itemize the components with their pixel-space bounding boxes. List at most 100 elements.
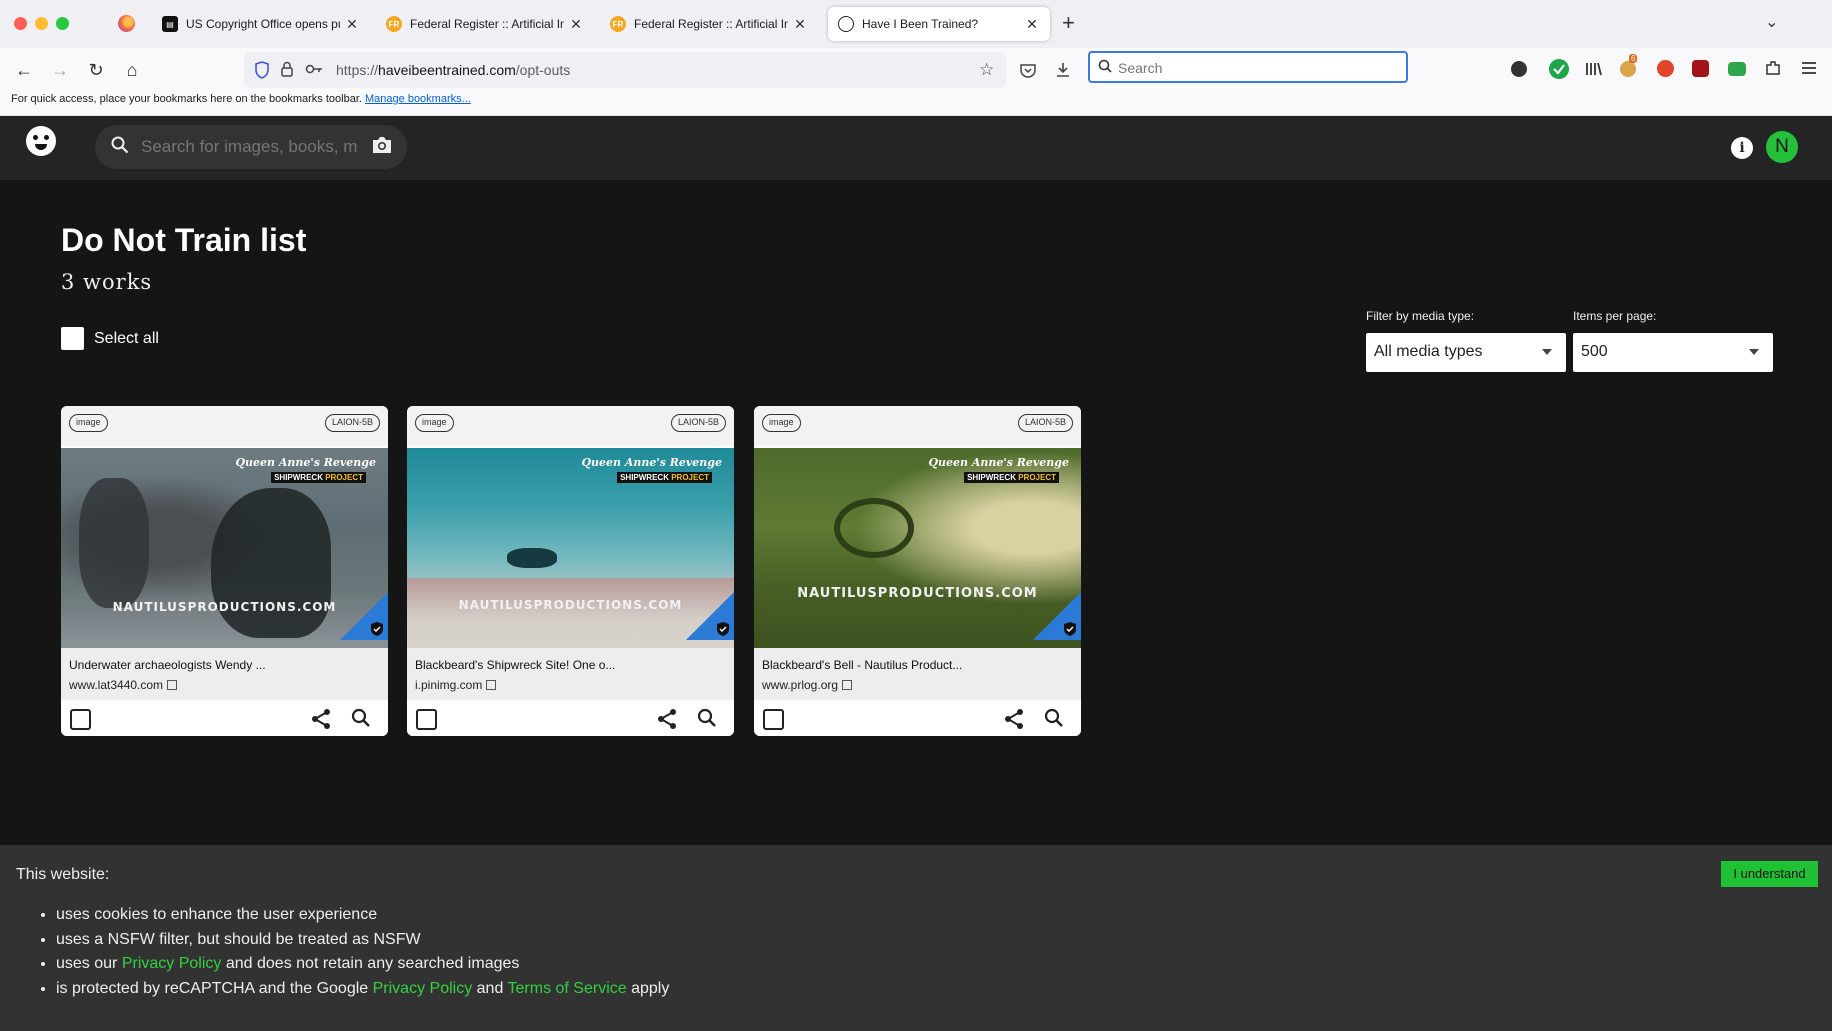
- media-type-select[interactable]: All media types: [1366, 333, 1566, 372]
- items-per-page-select[interactable]: 500: [1573, 333, 1773, 372]
- shield-icon: [716, 621, 730, 637]
- external-link-icon[interactable]: [167, 680, 178, 690]
- work-source[interactable]: www.prlog.org: [762, 678, 853, 692]
- tab-copyright-office[interactable]: ▤ US Copyright Office opens publ ✕: [152, 7, 370, 41]
- search-icon[interactable]: [1044, 708, 1066, 730]
- external-link-icon[interactable]: [486, 680, 497, 690]
- image-watermark: NAUTILUSPRODUCTIONS.COM: [112, 600, 337, 614]
- share-icon[interactable]: [656, 708, 678, 730]
- duckduckgo-icon[interactable]: [1657, 60, 1674, 77]
- terms-of-service-link[interactable]: Terms of Service: [508, 980, 627, 997]
- cookie-banner: This website: uses cookies to enhance th…: [0, 845, 1832, 1031]
- window-zoom-button[interactable]: [56, 17, 69, 30]
- lock-icon[interactable]: [280, 61, 294, 82]
- extension-icon[interactable]: [1511, 61, 1527, 77]
- filter-media-label: Filter by media type:: [1366, 309, 1475, 323]
- tab-federal-register-1[interactable]: FR Federal Register :: Artificial Intel …: [376, 7, 594, 41]
- work-title[interactable]: Blackbeard's Bell - Nautilus Product...: [762, 658, 962, 672]
- forward-arrow-icon[interactable]: →: [48, 58, 72, 82]
- key-icon[interactable]: [305, 62, 323, 81]
- tab-title: Federal Register :: Artificial Intel: [634, 17, 788, 31]
- work-title[interactable]: Underwater archaeologists Wendy ...: [69, 658, 266, 672]
- money-extension-icon[interactable]: [1728, 62, 1746, 76]
- google-privacy-policy-link[interactable]: Privacy Policy: [373, 980, 473, 997]
- dataset-badge: LAION-5B: [1017, 414, 1073, 432]
- share-icon[interactable]: [1003, 708, 1025, 730]
- tab-federal-register-2[interactable]: FR Federal Register :: Artificial Intel …: [600, 7, 818, 41]
- select-all-control[interactable]: Select all: [61, 327, 159, 350]
- site-search-input[interactable]: [141, 137, 357, 157]
- close-tab-icon[interactable]: ✕: [1024, 16, 1040, 33]
- doc-icon: ▤: [162, 16, 178, 32]
- work-thumbnail[interactable]: Queen Anne's Revenge SHIPWRECK PROJECT N…: [407, 448, 734, 648]
- privacy-policy-link[interactable]: Privacy Policy: [122, 955, 222, 972]
- fr-icon: FR: [386, 16, 402, 32]
- search-icon[interactable]: [351, 708, 373, 730]
- tab-title: Federal Register :: Artificial Intel: [410, 17, 564, 31]
- diver-figure: [507, 548, 557, 568]
- cookie-item: uses a NSFW filter, but should be treate…: [56, 928, 669, 953]
- pocket-icon[interactable]: [1016, 58, 1040, 82]
- fr-icon: FR: [610, 16, 626, 32]
- manage-bookmarks-link[interactable]: Manage bookmarks...: [365, 93, 471, 105]
- work-source[interactable]: i.pinimg.com: [415, 678, 497, 692]
- site-search-bar[interactable]: [95, 125, 407, 169]
- work-card: image LAION-5B Queen Anne's Revenge SHIP…: [754, 406, 1081, 736]
- card-actions: [61, 700, 388, 736]
- chevron-down-icon[interactable]: ⌄: [1765, 12, 1778, 32]
- search-icon: [111, 136, 129, 159]
- external-link-icon[interactable]: [842, 680, 853, 690]
- download-icon[interactable]: [1051, 58, 1075, 82]
- site-logo-icon[interactable]: [26, 126, 56, 156]
- brand-overlay: Queen Anne's Revenge SHIPWRECK PROJECT: [235, 456, 376, 483]
- window-close-button[interactable]: [14, 17, 27, 30]
- home-icon[interactable]: ⌂: [120, 58, 144, 82]
- pdf-icon[interactable]: [1692, 60, 1709, 77]
- items-per-page-value: 500: [1581, 343, 1608, 360]
- window-minimize-button[interactable]: [35, 17, 48, 30]
- close-tab-icon[interactable]: ✕: [792, 16, 808, 33]
- close-tab-icon[interactable]: ✕: [568, 16, 584, 33]
- avatar[interactable]: N: [1766, 131, 1798, 163]
- library-icon[interactable]: [1584, 59, 1604, 79]
- media-type-badge: image: [69, 414, 108, 432]
- card-select-checkbox[interactable]: [763, 709, 784, 730]
- hamburger-menu-icon[interactable]: [1800, 59, 1820, 79]
- camera-icon[interactable]: [371, 136, 393, 154]
- close-tab-icon[interactable]: ✕: [344, 16, 360, 33]
- cookie-list: uses cookies to enhance the user experie…: [56, 903, 669, 1001]
- card-meta: Blackbeard's Shipwreck Site! One o... i.…: [407, 648, 734, 700]
- image-watermark: NAUTILUSPRODUCTIONS.COM: [797, 586, 1038, 601]
- i-understand-button[interactable]: I understand: [1721, 861, 1818, 887]
- extension-badge-icon[interactable]: 6: [1620, 54, 1638, 77]
- reload-icon[interactable]: ↻: [84, 58, 108, 82]
- search-icon: [1098, 59, 1112, 76]
- work-title[interactable]: Blackbeard's Shipwreck Site! One o...: [415, 658, 615, 672]
- browser-search-field[interactable]: [1088, 51, 1408, 83]
- site-header: i N: [0, 116, 1832, 180]
- search-icon[interactable]: [697, 708, 719, 730]
- work-thumbnail[interactable]: Queen Anne's Revenge SHIPWRECK PROJECT N…: [754, 448, 1081, 648]
- image-watermark: NAUTILUSPRODUCTIONS.COM: [458, 598, 683, 612]
- tab-have-i-been-trained[interactable]: Have I Been Trained? ✕: [828, 7, 1050, 41]
- browser-search-input[interactable]: [1118, 58, 1398, 78]
- media-type-badge: image: [762, 414, 801, 432]
- puzzle-extensions-icon[interactable]: [1764, 59, 1784, 79]
- card-select-checkbox[interactable]: [70, 709, 91, 730]
- work-thumbnail[interactable]: Queen Anne's Revenge SHIPWRECK PROJECT N…: [61, 448, 388, 648]
- card-select-checkbox[interactable]: [416, 709, 437, 730]
- back-arrow-icon[interactable]: ←: [12, 58, 36, 82]
- check-extension-icon[interactable]: [1549, 59, 1569, 79]
- card-tag-row: image LAION-5B: [407, 406, 734, 446]
- bookmark-star-icon[interactable]: ☆: [979, 60, 994, 80]
- tracking-shield-icon[interactable]: [254, 61, 270, 84]
- address-bar[interactable]: https://haveibeentrained.com/opt-outs ☆: [244, 52, 1006, 88]
- card-tag-row: image LAION-5B: [754, 406, 1081, 446]
- share-icon[interactable]: [310, 708, 332, 730]
- select-all-checkbox[interactable]: [61, 327, 84, 350]
- shield-icon: [370, 621, 384, 637]
- firefox-view-icon[interactable]: [118, 15, 135, 32]
- work-source[interactable]: www.lat3440.com: [69, 678, 178, 692]
- info-icon[interactable]: i: [1731, 137, 1753, 159]
- new-tab-icon[interactable]: +: [1062, 12, 1075, 34]
